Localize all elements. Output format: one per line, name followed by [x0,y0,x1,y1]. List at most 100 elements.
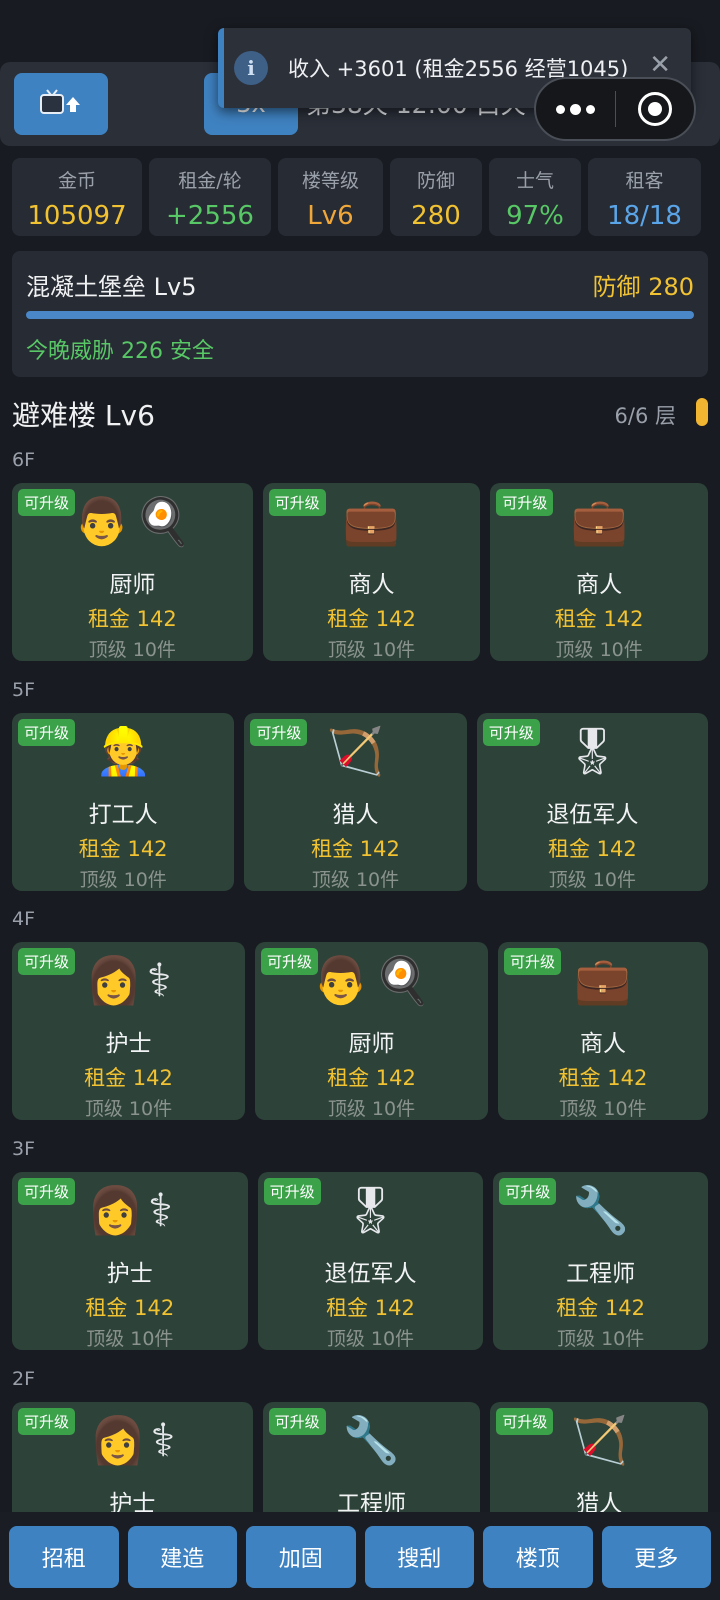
stock-text: 顶级 10件 [88,639,176,661]
room-card[interactable]: 可升级 🔧 工程师 租金 142 顶级 10件 [493,1172,709,1350]
woman-icon: 👩 [86,1183,144,1237]
medical-symbol-icon: ⚕ [146,953,172,1007]
frying-pan-icon: 🍳 [134,494,192,548]
medical-symbol-icon: ⚕ [150,1413,176,1467]
tenant-job: 厨师 [348,1031,395,1057]
room-card[interactable]: 可升级 👨 🍳 厨师 租金 142 顶级 10件 [255,942,488,1120]
stat-defense: 防御 280 [390,158,482,236]
nav-reinforce-button[interactable]: 加固 [246,1526,356,1588]
close-miniprogram-button[interactable] [616,92,695,126]
nav-recruit-button[interactable]: 招租 [9,1526,119,1588]
rent-text: 租金 142 [554,607,644,631]
stock-text: 顶级 10件 [311,869,400,891]
tenant-icons: 👨 🍳 [12,491,253,551]
rent-text: 租金 142 [311,837,400,861]
room-card[interactable]: 可升级 💼 商人 租金 142 顶级 10件 [262,483,481,661]
stat-rent: 租金/轮 +2556 [149,158,271,236]
tenant-icons: 👩 ⚕ [12,950,245,1010]
stat-value: 97% [506,201,564,231]
stat-value: Lv6 [307,201,354,231]
room-card[interactable]: 可升级 💼 商人 租金 142 顶级 10件 [498,942,708,1120]
floor-label: 6F [12,449,36,471]
wrench-icon: 🔧 [342,1413,401,1467]
stock-text: 顶级 10件 [84,1098,173,1120]
rent-text: 租金 142 [87,607,177,631]
tenant-icons: 🔧 [263,1410,481,1470]
tenant-job: 商人 [580,1031,626,1057]
rent-text: 租金 142 [547,837,637,861]
nav-build-button[interactable]: 建造 [127,1526,237,1588]
tv-upgrade-icon [40,89,80,114]
floor-row: 可升级 👩 ⚕ 护士 租金 142 顶级 10件 可升级 🎖 退伍军人 租金 142 顶级 10件可… [12,1172,709,1350]
room-card[interactable]: 可升级 🎖 退伍军人 租金 142 顶级 10件 [476,713,708,891]
tenant-icons: 🏹 [244,721,466,781]
bow-and-arrow-icon: 🏹 [326,724,385,778]
dot-icon [585,104,595,114]
nav-more-button[interactable]: 更多 [601,1526,711,1588]
nav-rooftop-button[interactable]: 楼顶 [483,1526,593,1588]
tenant-icons: 👷 [12,721,234,781]
stat-gold: 金币 105097 [12,158,142,236]
stat-label: 防御 [416,170,455,192]
tenant-job: 护士 [106,1261,153,1287]
stock-text: 顶级 10件 [326,1328,415,1350]
stock-text: 顶级 10件 [79,869,167,891]
tenant-icons: 👩 ⚕ [12,1180,248,1240]
medal-icon: 🎖 [563,724,622,778]
tenant-icons: 🎖 [258,1180,484,1240]
tenant-job: 工程师 [566,1261,636,1287]
more-options-button[interactable] [536,103,615,115]
room-card[interactable]: 可升级 🏹 猎人 租金 142 顶级 10件 [244,713,467,891]
tenant-job: 猎人 [332,802,379,828]
stats-row: 金币 105097 租金/轮 +2556 楼等级 Lv6 防御 280 士气 9… [12,158,708,236]
target-icon [637,92,672,126]
bow-and-arrow-icon: 🏹 [570,1413,628,1467]
room-card[interactable]: 可升级 👩 ⚕ 护士 租金 142 顶级 10件 [12,1172,248,1350]
tenant-icons: 💼 [263,491,481,551]
frying-pan-icon: 🍳 [373,953,431,1007]
stock-text: 顶级 10件 [327,1098,416,1120]
close-icon[interactable]: ✕ [649,50,671,80]
room-card[interactable]: 可升级 👷 打工人 租金 142 顶级 10件 [12,713,235,891]
rent-text: 租金 142 [326,1296,415,1320]
man-icon: 👨 [312,953,370,1007]
tenant-icons: 🔧 [493,1180,708,1240]
scroll-indicator [696,398,708,426]
medal-icon: 🎖 [341,1183,400,1237]
floor-label: 4F [12,908,36,930]
woman-icon: 👩 [89,1413,147,1467]
room-card[interactable]: 可升级 👨 🍳 厨师 租金 142 顶级 10件 [12,483,253,661]
fortress-name: 混凝土堡垒 Lv5 [26,273,197,301]
stat-label: 士气 [515,170,554,192]
room-card[interactable]: 可升级 👩 ⚕ 护士 租金 142 顶级 10件 [12,942,245,1120]
briefcase-icon: 💼 [574,953,632,1007]
nav-scavenge-button[interactable]: 搜刮 [364,1526,474,1588]
tenant-icons: 👨 🍳 [255,950,488,1010]
rent-text: 租金 142 [327,607,416,631]
tenant-job: 商人 [576,572,623,598]
stock-text: 顶级 10件 [559,1098,647,1120]
info-icon: i [234,51,268,85]
floor-label: 2F [12,1368,36,1390]
woman-icon: 👩 [85,953,143,1007]
stat-morale: 士气 97% [489,158,581,236]
stat-label: 租金/轮 [178,170,242,192]
medical-symbol-icon: ⚕ [148,1183,173,1237]
tenant-icons: 💼 [490,491,708,551]
floor-row: 可升级 👷 打工人 租金 142 顶级 10件 可升级 🏹 猎人 租金 142 顶级 10件 可升级… [12,713,708,891]
tv-upgrade-button[interactable] [14,73,108,135]
tenant-job: 打工人 [88,802,158,828]
stat-tenants: 租客 18/18 [588,158,701,236]
floor-row: 可升级 👩 ⚕ 护士 租金 142 顶级 10件 可升级 👨 🍳 厨师 租金 142 顶级 10件 可升… [12,942,708,1120]
stat-label: 金币 [57,170,96,192]
tenant-job: 退伍军人 [324,1261,417,1287]
tenant-job: 退伍军人 [546,802,639,828]
room-card[interactable]: 可升级 🎖 退伍军人 租金 142 顶级 10件 [257,1172,484,1350]
room-card[interactable]: 可升级 💼 商人 租金 142 顶级 10件 [490,483,708,661]
defense-value: 防御 280 [592,273,694,301]
defense-panel[interactable]: 混凝土堡垒 Lv5 防御 280 今晚威胁 226 安全 [12,251,708,377]
tenant-job: 厨师 [109,572,156,598]
threat-text: 今晚威胁 226 安全 [26,339,214,364]
tenant-icons: 🏹 [490,1410,708,1470]
stat-value: +2556 [166,201,254,231]
